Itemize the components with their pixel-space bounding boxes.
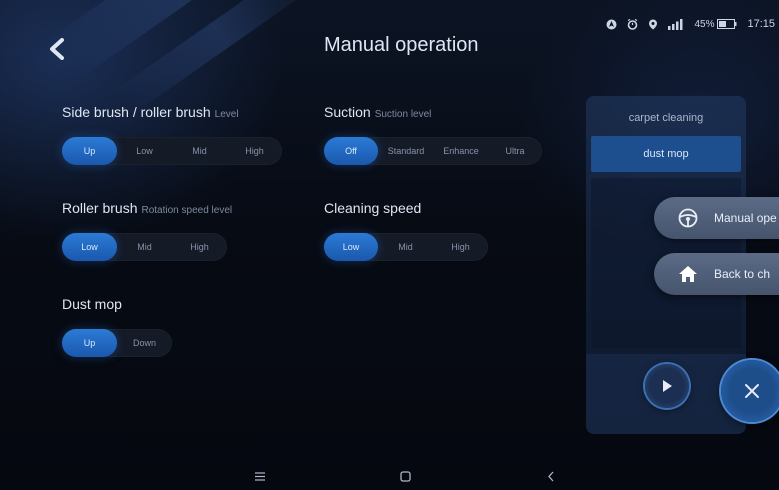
dust-mop-title: Dust mop <box>62 296 122 312</box>
suction-heading: Suction Suction level <box>324 104 431 120</box>
square-home-icon <box>399 470 411 482</box>
home-nav-button[interactable] <box>395 466 415 486</box>
close-icon <box>745 384 759 398</box>
suction-title: Suction <box>324 104 371 120</box>
back-to-charge-label: Back to ch <box>714 267 771 281</box>
status-bar: 45% 17:15 <box>606 18 775 30</box>
cleaning-speed-option-low[interactable]: Low <box>324 233 378 261</box>
menu-icon <box>255 471 265 481</box>
suction-selector: Off Standard Enhance Ultra <box>324 137 542 165</box>
roller-brush-title: Roller brush <box>62 200 138 216</box>
signal-icon <box>668 18 683 30</box>
roller-brush-selector: Low Mid High <box>62 233 227 261</box>
side-brush-option-high[interactable]: High <box>227 137 282 165</box>
alarm-icon <box>628 18 638 30</box>
chevron-left-icon <box>50 38 64 60</box>
back-arrow-icon <box>548 471 554 481</box>
cleaning-speed-option-mid[interactable]: Mid <box>378 233 433 261</box>
play-icon <box>663 380 672 392</box>
roller-brush-subtitle: Rotation speed level <box>141 205 233 216</box>
location-icon <box>649 19 658 29</box>
cleaning-speed-heading: Cleaning speed <box>324 200 421 216</box>
cleaning-speed-selector: Low Mid High <box>324 233 488 261</box>
home-icon <box>668 265 708 283</box>
menu-nav-button[interactable] <box>250 466 270 486</box>
mode-item-dust-mop[interactable]: dust mop <box>591 136 741 172</box>
dust-mop-selector: Up Down <box>62 329 172 357</box>
navigation-status-icon <box>606 19 617 29</box>
page-title: Manual operation <box>324 34 479 56</box>
cleaning-speed-option-high[interactable]: High <box>433 233 488 261</box>
suction-option-ultra[interactable]: Ultra <box>488 137 542 165</box>
roller-brush-option-mid[interactable]: Mid <box>117 233 172 261</box>
cleaning-speed-title: Cleaning speed <box>324 200 422 216</box>
suction-option-enhance[interactable]: Enhance <box>434 137 488 165</box>
system-nav-bar <box>0 462 779 490</box>
suction-option-off[interactable]: Off <box>324 137 378 165</box>
side-brush-heading: Side brush / roller brush Level <box>62 104 239 120</box>
side-brush-option-up[interactable]: Up <box>62 137 117 165</box>
dust-mop-option-down[interactable]: Down <box>117 329 172 357</box>
suction-option-standard[interactable]: Standard <box>378 137 434 165</box>
play-button[interactable] <box>645 364 689 408</box>
dust-mop-option-up[interactable]: Up <box>62 329 117 357</box>
battery-indicator: 45% <box>694 19 737 30</box>
battery-icon <box>717 19 737 29</box>
screen: Manual operation 45% 17:15 Side brush / … <box>0 0 779 490</box>
manual-operation-label: Manual ope <box>714 211 777 225</box>
side-brush-selector: Up Low Mid High <box>62 137 282 165</box>
roller-brush-option-high[interactable]: High <box>172 233 227 261</box>
side-brush-option-low[interactable]: Low <box>117 137 172 165</box>
manual-operation-fab[interactable]: Manual ope <box>654 197 779 239</box>
steering-wheel-icon <box>668 208 708 228</box>
side-brush-subtitle: Level <box>214 109 239 120</box>
back-to-charge-fab[interactable]: Back to ch <box>654 253 779 295</box>
dust-mop-heading: Dust mop <box>62 296 122 312</box>
side-brush-option-mid[interactable]: Mid <box>172 137 227 165</box>
close-menu-button[interactable] <box>721 360 779 422</box>
suction-subtitle: Suction level <box>374 109 432 120</box>
back-nav-button[interactable] <box>541 466 561 486</box>
side-brush-title: Side brush / roller brush <box>62 104 211 120</box>
back-button[interactable] <box>42 34 72 64</box>
roller-brush-option-low[interactable]: Low <box>62 233 117 261</box>
clock: 17:15 <box>747 18 775 30</box>
battery-percent: 45% <box>694 18 715 30</box>
mode-item-carpet-cleaning[interactable]: carpet cleaning <box>586 112 746 124</box>
roller-brush-heading: Roller brush Rotation speed level <box>62 200 232 216</box>
